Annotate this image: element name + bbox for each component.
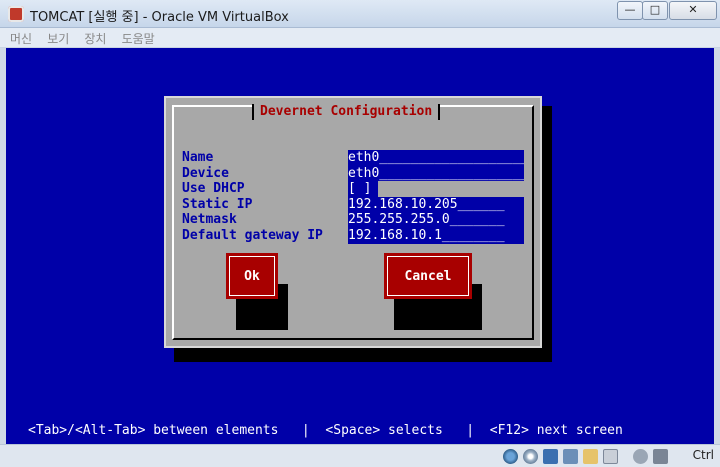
hard-disk-icon[interactable] (503, 449, 518, 464)
menubar: 머신 보기 장치 도움말 (0, 28, 720, 48)
vm-screen[interactable]: Devernet Configuration Name Device Use D… (6, 48, 714, 444)
minimize-button[interactable]: — (617, 1, 643, 20)
static-ip-field[interactable]: 192.168.10.205______ (348, 196, 524, 213)
field-values: eth0____________________ eth0___________… (348, 150, 524, 244)
cancel-button[interactable]: Cancel (384, 253, 472, 299)
netmask-field[interactable]: 255.255.255.0_______ (348, 212, 524, 228)
shared-folder-icon[interactable] (583, 449, 598, 464)
console-help-line: <Tab>/<Alt-Tab> between elements | <Spac… (28, 423, 623, 438)
cancel-button-label: Cancel (387, 256, 469, 296)
label-use-dhcp: Use DHCP (182, 181, 245, 197)
network-config-dialog: Devernet Configuration Name Device Use D… (164, 96, 542, 348)
vbox-statusbar: Ctrl (0, 444, 720, 467)
default-gateway-field[interactable]: 192.168.10.1________ (348, 227, 524, 244)
ok-button[interactable]: Ok (226, 253, 278, 299)
window-titlebar[interactable]: TOMCAT [실행 중] - Oracle VM VirtualBox — □… (0, 0, 720, 28)
close-button[interactable]: ✕ (669, 1, 717, 20)
optical-disk-icon[interactable] (523, 449, 538, 464)
menu-machine[interactable]: 머신 (10, 29, 32, 49)
dialog-title: Devernet Configuration (252, 104, 441, 120)
label-name: Name (182, 150, 214, 165)
label-default-gateway: Default gateway IP (182, 227, 323, 243)
name-field[interactable]: eth0____________________ (348, 150, 524, 166)
network-icon[interactable] (543, 449, 558, 464)
virtualbox-app-icon (8, 6, 24, 22)
window-title: TOMCAT [실행 중] - Oracle VM VirtualBox (30, 10, 289, 25)
ok-button-label: Ok (229, 256, 275, 296)
use-dhcp-checkbox[interactable]: [ ] (348, 181, 378, 197)
usb-icon[interactable] (563, 449, 578, 464)
mouse-integration-icon[interactable] (653, 449, 668, 464)
maximize-button[interactable]: □ (642, 1, 668, 20)
menu-help[interactable]: 도움말 (122, 29, 155, 49)
menu-devices[interactable]: 장치 (84, 29, 106, 49)
field-labels: Name Device Use DHCP Static IP Netmask D… (182, 150, 323, 244)
display-icon[interactable] (603, 449, 618, 464)
host-key-label: Ctrl (692, 448, 714, 462)
label-device: Device (182, 165, 229, 181)
device-field[interactable]: eth0____________________ (348, 165, 524, 182)
label-static-ip: Static IP (182, 196, 253, 212)
menu-view[interactable]: 보기 (47, 29, 69, 49)
label-netmask: Netmask (182, 212, 237, 228)
recording-icon[interactable] (633, 449, 648, 464)
